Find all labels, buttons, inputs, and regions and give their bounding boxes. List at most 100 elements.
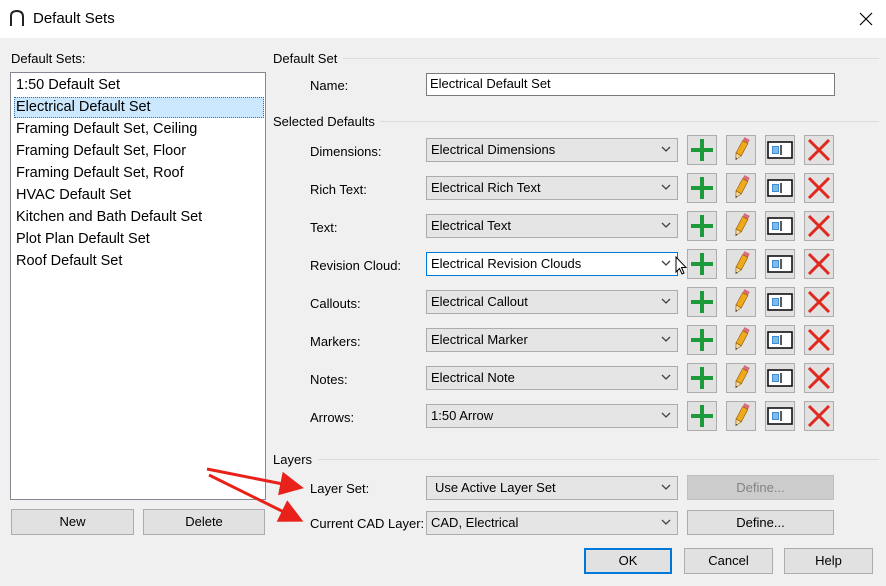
delete-x-button[interactable] xyxy=(804,363,834,393)
delete-x-button[interactable] xyxy=(804,325,834,355)
copy-icon xyxy=(767,255,793,273)
add-plus-icon xyxy=(690,214,714,238)
edit-pencil-button[interactable] xyxy=(726,363,756,393)
delete-x-button[interactable] xyxy=(804,173,834,203)
add-plus-button[interactable] xyxy=(687,249,717,279)
default-set-list-item[interactable]: Electrical Default Set xyxy=(14,97,264,118)
cancel-button[interactable]: Cancel xyxy=(684,548,773,574)
add-plus-button[interactable] xyxy=(687,211,717,241)
selected-default-value: Electrical Dimensions xyxy=(431,142,556,157)
name-label: Name: xyxy=(310,78,349,93)
add-plus-button[interactable] xyxy=(687,173,717,203)
group-divider xyxy=(343,58,879,59)
copy-button[interactable] xyxy=(765,325,795,355)
chevron-down-icon xyxy=(661,336,671,342)
copy-button[interactable] xyxy=(765,401,795,431)
add-plus-icon xyxy=(690,366,714,390)
delete-x-icon xyxy=(807,214,831,238)
add-plus-button[interactable] xyxy=(687,363,717,393)
new-button[interactable]: New xyxy=(11,509,134,535)
selected-default-dropdown[interactable]: Electrical Revision Clouds xyxy=(426,252,678,276)
copy-button[interactable] xyxy=(765,249,795,279)
copy-button[interactable] xyxy=(765,363,795,393)
default-set-list-item[interactable]: Framing Default Set, Floor xyxy=(14,141,264,162)
copy-button[interactable] xyxy=(765,211,795,241)
chevron-down-icon xyxy=(661,484,671,490)
add-plus-button[interactable] xyxy=(687,401,717,431)
help-button[interactable]: Help xyxy=(784,548,873,574)
edit-pencil-button[interactable] xyxy=(726,135,756,165)
name-field[interactable]: Electrical Default Set xyxy=(426,73,835,96)
default-set-list-item[interactable]: Plot Plan Default Set xyxy=(14,229,264,250)
group-divider xyxy=(380,121,879,122)
selected-defaults-heading: Selected Defaults xyxy=(273,114,375,129)
default-set-list-item[interactable]: 1:50 Default Set xyxy=(14,75,264,96)
selected-default-dropdown[interactable]: Electrical Rich Text xyxy=(426,176,678,200)
default-set-list-item[interactable]: Framing Default Set, Roof xyxy=(14,163,264,184)
edit-pencil-button[interactable] xyxy=(726,249,756,279)
selected-default-label: Notes: xyxy=(310,372,348,387)
edit-pencil-icon xyxy=(729,365,753,391)
copy-button[interactable] xyxy=(765,173,795,203)
layer-set-dropdown[interactable]: Use Active Layer Set xyxy=(426,476,678,500)
mouse-cursor-icon xyxy=(675,256,687,275)
edit-pencil-icon xyxy=(729,327,753,353)
copy-icon xyxy=(767,407,793,425)
selected-default-value: Electrical Text xyxy=(431,218,511,233)
default-set-list-item[interactable]: Roof Default Set xyxy=(14,251,264,272)
default-set-list-item[interactable]: Kitchen and Bath Default Set xyxy=(14,207,264,228)
edit-pencil-button[interactable] xyxy=(726,211,756,241)
title-bar xyxy=(0,0,886,38)
chevron-down-icon xyxy=(661,184,671,190)
selected-default-dropdown[interactable]: Electrical Note xyxy=(426,366,678,390)
default-set-list-item[interactable]: HVAC Default Set xyxy=(14,185,264,206)
edit-pencil-button[interactable] xyxy=(726,401,756,431)
copy-button[interactable] xyxy=(765,135,795,165)
edit-pencil-button[interactable] xyxy=(726,325,756,355)
current-cad-layer-label: Current CAD Layer: xyxy=(310,516,425,531)
add-plus-icon xyxy=(690,290,714,314)
edit-pencil-icon xyxy=(729,289,753,315)
edit-pencil-icon xyxy=(729,403,753,429)
delete-x-button[interactable] xyxy=(804,211,834,241)
ok-button[interactable]: OK xyxy=(584,548,672,574)
chief-architect-arc-icon xyxy=(10,9,24,26)
selected-default-dropdown[interactable]: Electrical Dimensions xyxy=(426,138,678,162)
edit-pencil-button[interactable] xyxy=(726,287,756,317)
selected-default-label: Revision Cloud: xyxy=(310,258,402,273)
selected-default-dropdown[interactable]: Electrical Callout xyxy=(426,290,678,314)
add-plus-button[interactable] xyxy=(687,135,717,165)
cad-layer-define-button[interactable]: Define... xyxy=(687,510,834,535)
window-title: Default Sets xyxy=(33,10,115,27)
selected-default-dropdown[interactable]: Electrical Marker xyxy=(426,328,678,352)
delete-x-icon xyxy=(807,328,831,352)
add-plus-icon xyxy=(690,328,714,352)
group-divider xyxy=(318,459,879,460)
delete-x-button[interactable] xyxy=(804,249,834,279)
add-plus-button[interactable] xyxy=(687,287,717,317)
delete-x-button[interactable] xyxy=(804,401,834,431)
default-set-list-item[interactable]: Framing Default Set, Ceiling xyxy=(14,119,264,140)
selected-default-value: 1:50 Arrow xyxy=(431,408,494,423)
copy-icon xyxy=(767,141,793,159)
copy-icon xyxy=(767,369,793,387)
add-plus-button[interactable] xyxy=(687,325,717,355)
current-cad-layer-dropdown[interactable]: CAD, Electrical xyxy=(426,511,678,535)
delete-x-button[interactable] xyxy=(804,135,834,165)
close-icon[interactable] xyxy=(855,8,877,30)
delete-x-button[interactable] xyxy=(804,287,834,317)
selected-default-dropdown[interactable]: Electrical Text xyxy=(426,214,678,238)
edit-pencil-icon xyxy=(729,175,753,201)
selected-default-label: Text: xyxy=(310,220,338,235)
selected-default-dropdown[interactable]: 1:50 Arrow xyxy=(426,404,678,428)
chevron-down-icon xyxy=(661,412,671,418)
chevron-down-icon xyxy=(661,374,671,380)
copy-button[interactable] xyxy=(765,287,795,317)
layer-set-value: Use Active Layer Set xyxy=(435,480,556,495)
layer-set-define-button[interactable]: Define... xyxy=(687,475,834,500)
edit-pencil-button[interactable] xyxy=(726,173,756,203)
default-sets-list[interactable]: 1:50 Default Set Electrical Default Set Fr… xyxy=(10,72,266,500)
copy-icon xyxy=(767,293,793,311)
selected-default-value: Electrical Note xyxy=(431,370,515,385)
delete-button[interactable]: Delete xyxy=(143,509,265,535)
